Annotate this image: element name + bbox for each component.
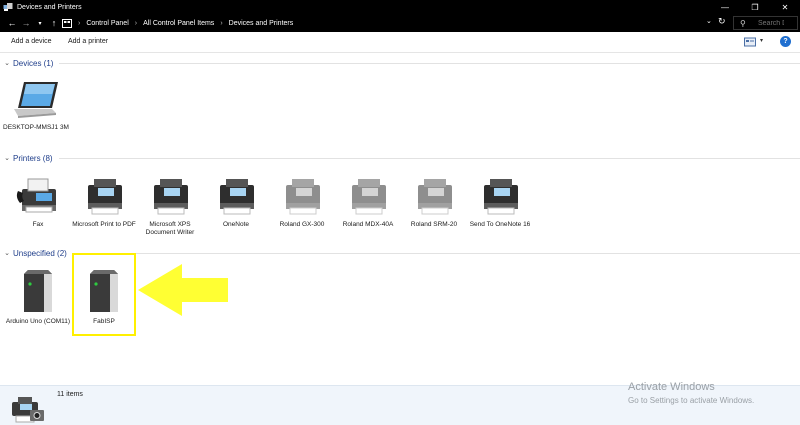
chevron-down-icon[interactable]: ⌄ [2,59,12,67]
recent-dropdown-icon[interactable]: ▾ [34,16,46,30]
divider [58,157,800,159]
printer-label: Fax [32,221,44,228]
device-label: Arduino Uno (COM11) [5,318,71,325]
fax-icon [16,178,56,213]
refresh-icon[interactable]: ↻ [718,16,726,27]
printer-icon [352,179,386,215]
address-dropdown-icon[interactable]: ⌄ [706,17,712,25]
printer-icon [484,179,518,215]
devices-printers-icon [3,3,13,11]
printer-label: Microsoft XPS Document Writer [145,221,195,236]
laptop-icon [14,82,58,118]
close-button[interactable]: ✕ [770,0,800,14]
title-bar: Devices and Printers — ❐ ✕ [0,0,800,14]
printer-icon [418,179,452,215]
up-button[interactable]: ↑ [48,16,60,30]
breadcrumb-separator: › [134,19,138,27]
printer-icon [220,179,254,215]
group-title: Devices (1) [13,58,54,68]
item-count: 11 items [57,391,83,398]
control-panel-icon [62,18,72,28]
printer-roland-srm-20[interactable]: Roland SRM-20 [400,175,468,229]
address-row: ← → ▾ ↑ › Control Panel › All Control Pa… [0,14,800,32]
group-title: Printers (8) [13,153,53,163]
device-label: DESKTOP-MMSJ1 3M [3,124,69,131]
forward-button[interactable]: → [20,16,32,30]
window-controls: — ❐ ✕ [710,0,800,14]
watermark-title: Activate Windows [628,381,715,393]
command-bar: Add a device Add a printer ▾ ? [0,32,800,53]
printer-onenote[interactable]: OneNote [202,175,270,229]
printer-icon [88,179,122,215]
printer-roland-mdx-40a[interactable]: Roland MDX-40A [334,175,402,229]
maximize-button[interactable]: ❐ [740,0,770,14]
printer-roland-gx-300[interactable]: Roland GX-300 [268,175,336,229]
device-tower-icon [24,270,52,312]
chevron-down-icon[interactable]: ⌄ [2,154,12,162]
breadcrumb-separator: › [78,19,81,27]
chevron-down-icon[interactable]: ⌄ [2,249,12,257]
help-button[interactable]: ? [780,36,791,47]
breadcrumb-separator: › [220,19,223,27]
printer-icon [154,179,188,215]
printer-send-to-onenote[interactable]: Send To OneNote 16 [466,175,534,229]
printer-label: Roland MDX-40A [342,221,394,228]
printer-label: OneNote [222,221,250,228]
device-arduino-uno[interactable]: Arduino Uno (COM11) [4,266,72,326]
camera-printer-icon [12,397,44,423]
printer-icon [286,179,320,215]
printer-label: Roland SRM-20 [410,221,458,228]
printer-fax[interactable]: Fax [4,175,72,229]
view-dropdown-icon[interactable]: ▾ [760,37,763,44]
breadcrumb-devices-printers[interactable]: Devices and Printers [229,20,294,27]
add-printer-button[interactable]: Add a printer [68,38,108,45]
watermark-subtitle: Go to Settings to activate Windows. [628,396,755,405]
group-header-printers[interactable]: ⌄ Printers (8) [0,152,800,164]
search-icon: ⚲ [740,19,746,28]
search-box[interactable]: ⚲ [733,16,798,30]
minimize-button[interactable]: — [710,0,740,14]
printer-microsoft-xps[interactable]: Microsoft XPS Document Writer [136,175,204,237]
breadcrumb-all-items[interactable]: All Control Panel Items [143,20,214,27]
printer-label: Microsoft Print to PDF [72,221,136,228]
breadcrumb[interactable]: › Control Panel › All Control Panel Item… [62,16,730,30]
back-button[interactable]: ← [6,16,18,30]
arrow-left-icon [138,264,228,316]
group-header-devices[interactable]: ⌄ Devices (1) [0,57,800,69]
breadcrumb-control-panel[interactable]: Control Panel [86,20,128,27]
add-device-button[interactable]: Add a device [11,38,51,45]
divider [59,62,800,64]
printer-label: Send To OneNote 16 [469,221,531,228]
device-desktop[interactable]: DESKTOP-MMSJ1 3M [2,78,70,132]
printer-microsoft-print-to-pdf[interactable]: Microsoft Print to PDF [70,175,138,229]
printer-label: Roland GX-300 [279,221,325,228]
window-title: Devices and Printers [17,3,82,11]
activation-watermark: Activate Windows Go to Settings to activ… [628,381,754,405]
view-options-icon[interactable] [744,37,756,47]
group-title: Unspecified (2) [13,248,67,258]
divider [72,252,800,254]
highlight-box [72,253,136,336]
